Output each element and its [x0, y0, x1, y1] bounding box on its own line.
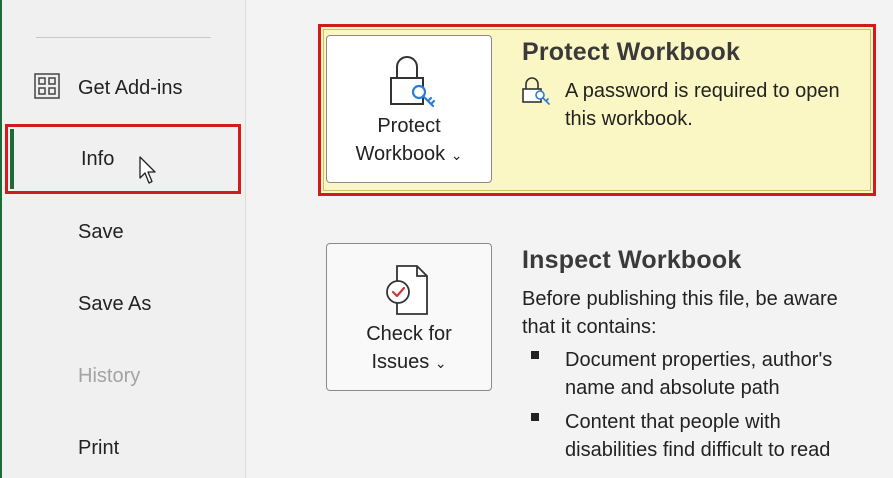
sidebar-item-info[interactable]: Info: [5, 124, 241, 194]
sidebar-item-label: Print: [78, 437, 120, 459]
sidebar-item-label: Info: [81, 148, 115, 170]
protect-button-line1: Protect: [377, 115, 441, 137]
grid-icon: [34, 73, 60, 99]
sidebar-item-history: History: [0, 356, 245, 396]
bullet-icon: [531, 351, 539, 359]
sidebar-item-get-addins[interactable]: Get Add-ins: [0, 68, 245, 108]
sidebar-item-save-as[interactable]: Save As: [0, 284, 245, 324]
check-for-issues-button[interactable]: Check for Issues ⌄: [326, 243, 492, 391]
inspect-bullet-2-line2: disabilities find difficult to read: [565, 439, 831, 461]
backstage-sidebar: Get Add-ins Info Save Save As History Pr…: [0, 0, 246, 478]
check-button-line2: Issues ⌄: [327, 348, 491, 377]
protect-title: Protect Workbook: [522, 38, 741, 66]
inspect-bullet-1-line1: Document properties, author's: [565, 349, 833, 371]
sidebar-divider: [36, 37, 211, 38]
protect-button-line2: Workbook ⌄: [327, 140, 491, 169]
protect-workbook-button[interactable]: Protect Workbook ⌄: [326, 35, 492, 183]
sidebar-item-label: Save As: [78, 293, 152, 315]
info-main-panel: Protect Workbook ⌄ Protect Workbook A pa…: [246, 0, 893, 478]
check-button-label: Issues: [371, 351, 430, 373]
inspect-title: Inspect Workbook: [522, 246, 742, 274]
sidebar-item-print[interactable]: Print: [0, 428, 245, 468]
inspect-bullet-1-line2: name and absolute path: [565, 377, 780, 399]
sidebar-item-label: Save: [78, 221, 124, 243]
document-check-icon: [386, 265, 428, 315]
check-button-line1: Check for: [366, 323, 452, 345]
inspect-desc-line1: Before publishing this file, be aware: [522, 288, 838, 310]
mouse-cursor-icon: [139, 156, 156, 184]
lock-key-icon: [390, 56, 436, 108]
chevron-down-icon: ⌄: [434, 355, 447, 371]
sidebar-item-label: History: [78, 365, 141, 387]
sidebar-item-info-row: Info: [3, 139, 248, 179]
sidebar-item-save[interactable]: Save: [0, 212, 245, 252]
small-lock-icon: [522, 77, 550, 105]
inspect-bullet-2-line1: Content that people with: [565, 411, 781, 433]
protect-desc-line1: A password is required to open: [565, 80, 840, 102]
protect-button-label: Workbook: [355, 143, 446, 165]
protect-desc-line2: this workbook.: [565, 108, 693, 130]
chevron-down-icon: ⌄: [450, 147, 463, 163]
sidebar-item-label: Get Add-ins: [78, 77, 183, 99]
inspect-desc-line2: that it contains:: [522, 316, 657, 338]
bullet-icon: [531, 413, 539, 421]
